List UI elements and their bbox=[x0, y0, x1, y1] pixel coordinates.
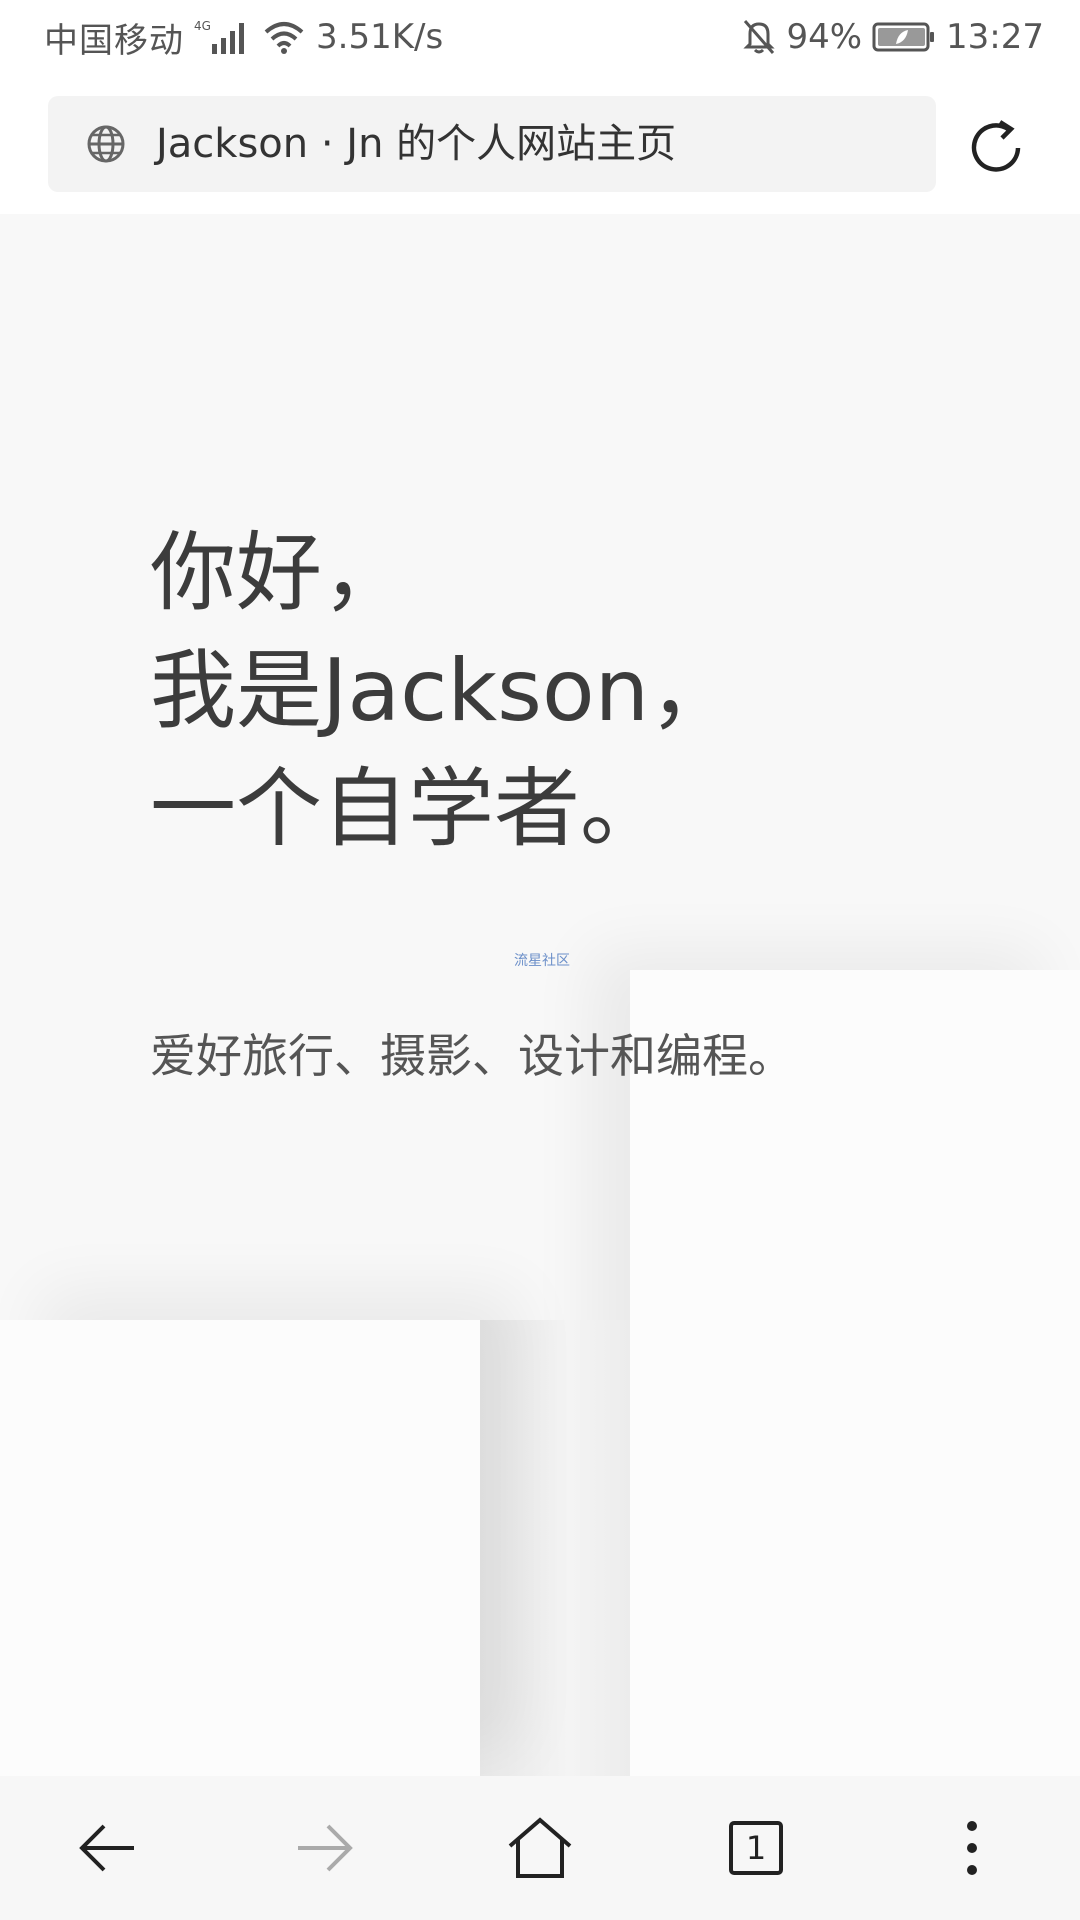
refresh-icon[interactable] bbox=[964, 116, 1028, 180]
status-bar: 中国移动 4G 3.51K/s 94% 13:27 bbox=[0, 0, 1080, 74]
network-type: 4G bbox=[194, 19, 211, 33]
back-icon bbox=[79, 1824, 134, 1872]
web-content: 你好， 我是Jackson， 一个自学者。 流星社区 爱好旅行、摄影、设计和编程… bbox=[0, 214, 1080, 1776]
wifi-icon bbox=[262, 18, 306, 56]
more-icon bbox=[967, 1821, 977, 1875]
back-button[interactable] bbox=[72, 1812, 144, 1884]
mute-bell-icon bbox=[742, 18, 776, 56]
page-title[interactable]: Jackson · Jn 的个人网站主页 bbox=[156, 96, 676, 192]
home-button[interactable] bbox=[504, 1812, 576, 1884]
decorative-panel-right bbox=[630, 970, 1080, 1776]
forward-button[interactable] bbox=[288, 1812, 360, 1884]
hero-heading: 你好， 我是Jackson， 一个自学者。 bbox=[150, 514, 735, 868]
battery-percent: 94% bbox=[786, 17, 863, 57]
more-button[interactable] bbox=[936, 1812, 1008, 1884]
tabs-button[interactable]: 1 bbox=[720, 1812, 792, 1884]
status-left: 中国移动 4G 3.51K/s bbox=[44, 14, 444, 61]
clock: 13:27 bbox=[946, 17, 1044, 57]
battery-icon bbox=[872, 20, 936, 54]
hero-line: 一个自学者。 bbox=[150, 759, 666, 859]
net-speed: 3.51K/s bbox=[316, 17, 444, 57]
bottom-navigation: 1 bbox=[0, 1776, 1080, 1920]
hero-line: 你好， bbox=[150, 523, 408, 623]
browser-toolbar: Jackson · Jn 的个人网站主页 bbox=[0, 74, 1080, 214]
tab-count: 1 bbox=[745, 1829, 767, 1867]
watermark-link[interactable]: 流星社区 bbox=[514, 950, 570, 970]
carrier-name: 中国移动 bbox=[44, 20, 184, 61]
forward-icon bbox=[298, 1824, 353, 1872]
decorative-panel-shadow bbox=[480, 1320, 630, 1776]
globe-icon bbox=[86, 124, 126, 164]
status-right: 94% 13:27 bbox=[742, 14, 1044, 60]
home-icon bbox=[508, 1817, 572, 1878]
decorative-panel-left bbox=[0, 1320, 480, 1776]
address-bar[interactable]: Jackson · Jn 的个人网站主页 bbox=[48, 96, 936, 192]
signal-icon: 4G bbox=[194, 18, 252, 56]
hero-subtitle: 爱好旅行、摄影、设计和编程。 bbox=[150, 1029, 794, 1083]
hero-line: 我是Jackson， bbox=[150, 641, 736, 741]
